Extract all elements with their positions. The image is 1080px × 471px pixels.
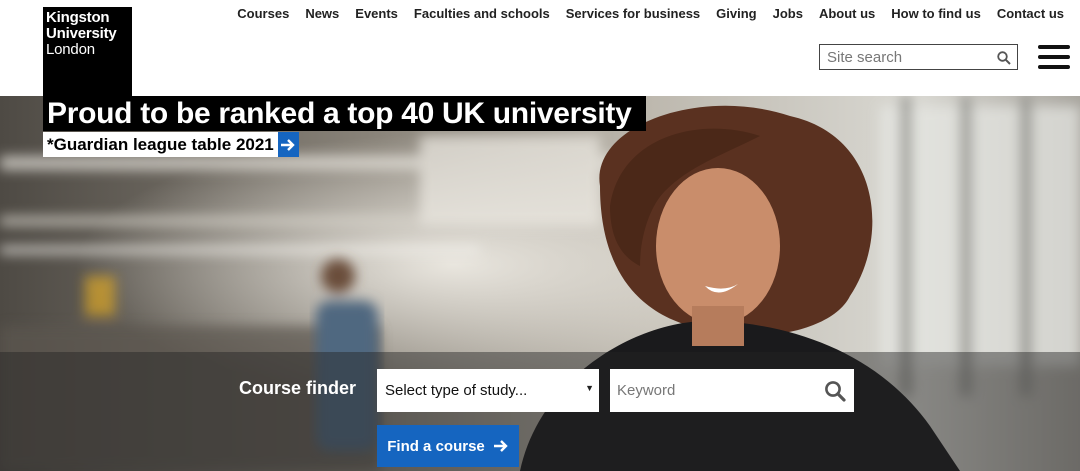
nav-faculties-and-schools[interactable]: Faculties and schools [406, 6, 558, 21]
hero-subline-text: *Guardian league table 2021 [43, 132, 278, 157]
site-header: Kingston University London Courses News … [0, 0, 1080, 96]
arrow-right-icon[interactable] [277, 132, 299, 157]
nav-news[interactable]: News [297, 6, 347, 21]
study-type-select[interactable]: Select type of study... ▼ [377, 369, 599, 412]
search-icon[interactable] [824, 380, 846, 402]
top-navigation: Courses News Events Faculties and school… [229, 6, 1072, 21]
nav-jobs[interactable]: Jobs [765, 6, 811, 21]
nav-giving[interactable]: Giving [708, 6, 764, 21]
nav-services-for-business[interactable]: Services for business [558, 6, 708, 21]
site-search [819, 44, 1018, 70]
arrow-right-icon [493, 440, 508, 452]
logo-line-1: Kingston [46, 9, 110, 26]
find-a-course-label: Find a course [387, 437, 485, 455]
site-search-input[interactable] [820, 45, 1004, 69]
dropdown-caret-icon: ▼ [585, 383, 594, 393]
hero-subline[interactable]: *Guardian league table 2021 [43, 132, 299, 157]
hero-headline[interactable]: Proud to be ranked a top 40 UK universit… [43, 96, 646, 131]
study-type-selected-value: Select type of study... [385, 382, 528, 399]
hero-headline-text: Proud to be ranked a top 40 UK universit… [47, 96, 632, 130]
nav-events[interactable]: Events [347, 6, 406, 21]
university-logo[interactable]: Kingston University London [43, 7, 132, 96]
nav-contact-us[interactable]: Contact us [989, 6, 1072, 21]
find-a-course-button[interactable]: Find a course [377, 425, 519, 467]
logo-line-3: London [46, 41, 95, 58]
hamburger-icon[interactable] [1038, 45, 1070, 69]
keyword-input[interactable] [610, 369, 824, 412]
nav-courses[interactable]: Courses [229, 6, 297, 21]
course-finder-label: Course finder [239, 378, 357, 398]
nav-about-us[interactable]: About us [811, 6, 883, 21]
nav-how-to-find-us[interactable]: How to find us [883, 6, 989, 21]
logo-line-2: University [46, 25, 117, 42]
keyword-field [610, 369, 854, 412]
search-icon[interactable] [997, 51, 1011, 65]
